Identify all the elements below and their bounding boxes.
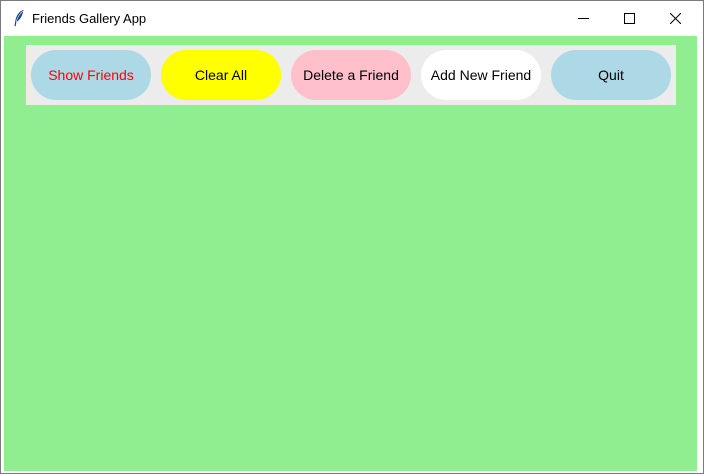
main-area: Show Friends Clear All Delete a Friend A…: [4, 36, 697, 471]
window-title: Friends Gallery App: [32, 11, 147, 26]
add-new-friend-button[interactable]: Add New Friend: [421, 50, 541, 100]
feather-icon: [13, 9, 25, 27]
minimize-button[interactable]: [560, 1, 606, 36]
app-window: Friends Gallery App Show Friends Clear A…: [0, 0, 704, 474]
button-toolbar: Show Friends Clear All Delete a Friend A…: [26, 45, 676, 105]
maximize-icon: [623, 13, 635, 24]
close-icon: [669, 13, 681, 24]
quit-button[interactable]: Quit: [551, 50, 671, 100]
minimize-icon: [577, 13, 589, 24]
delete-friend-button[interactable]: Delete a Friend: [291, 50, 411, 100]
clear-all-button[interactable]: Clear All: [161, 50, 281, 100]
close-button[interactable]: [652, 1, 698, 36]
show-friends-button[interactable]: Show Friends: [31, 50, 151, 100]
title-bar[interactable]: Friends Gallery App: [1, 1, 703, 36]
maximize-button[interactable]: [606, 1, 652, 36]
